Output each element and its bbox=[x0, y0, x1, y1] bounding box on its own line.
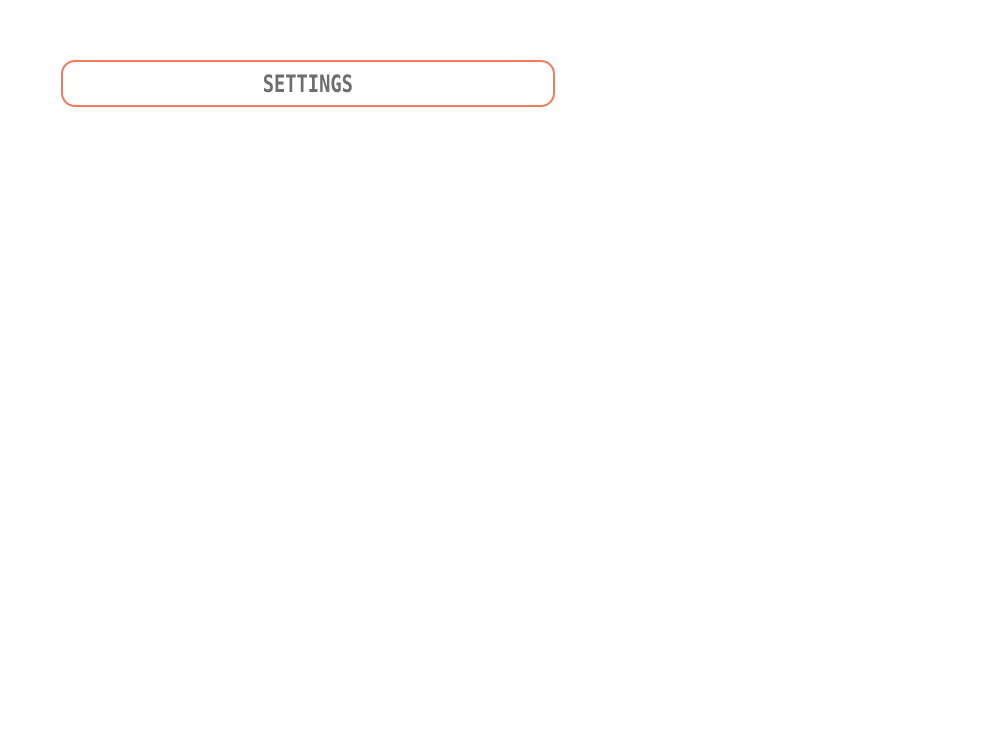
page: SETTINGS bbox=[0, 0, 1000, 750]
settings-button[interactable]: SETTINGS bbox=[61, 60, 555, 107]
settings-label: SETTINGS bbox=[262, 69, 354, 98]
